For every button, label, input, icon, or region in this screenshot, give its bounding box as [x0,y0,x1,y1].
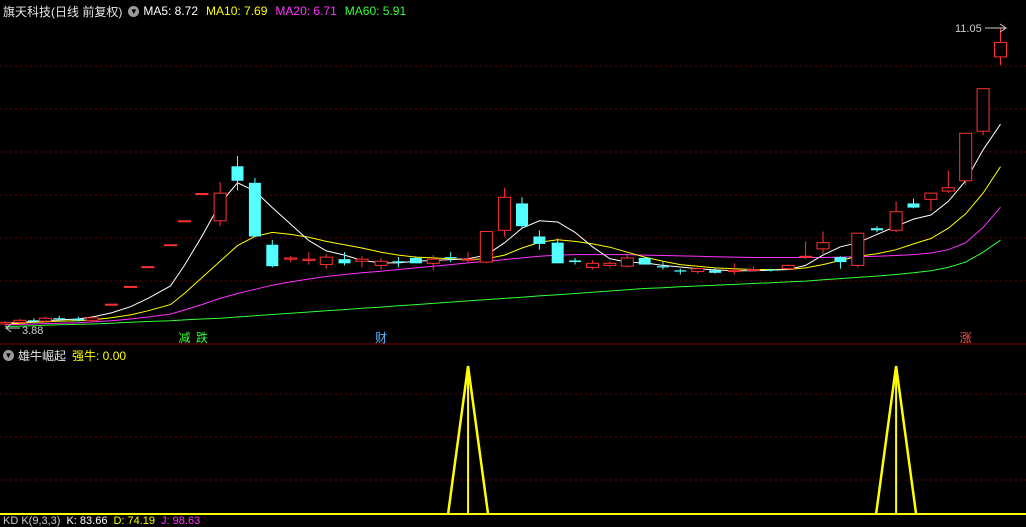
candle-body-up [976,88,990,132]
candle-body-up [994,41,1007,58]
price-high-label: 11.05 [955,23,982,35]
candle-body-up [104,303,118,306]
candle-body-up [924,192,938,200]
signal-marker: 跌 [196,330,208,345]
candle-body-down [516,203,528,227]
high-arrow-icon [985,23,1008,33]
candle-body-up [727,269,741,273]
candle-body-up [603,262,617,266]
candle-body-down [231,166,244,181]
candle-body-down [638,257,651,265]
candle-body-up [889,211,903,231]
ma60-line [5,239,1001,327]
candle-body-up [691,268,705,273]
candle-body-up [479,231,493,263]
signal-lines [0,365,1026,515]
candle-body-up [374,260,388,266]
candle-body-up [816,242,830,250]
candle-body-up [195,193,209,196]
candle-body-up [461,258,475,261]
candle-body-down [266,244,279,267]
candle-body-down [338,259,351,264]
stock-chart[interactable]: 减跌 财 涨 11.05 3.88 [0,0,1026,525]
candle-body-down [656,266,669,268]
candle-body-up [799,255,813,258]
candle-body-down [870,228,883,231]
candle-body-up [355,258,369,262]
candle-body-up [941,187,955,192]
signal-marker: 财 [375,331,387,345]
candle-body-down [248,182,261,237]
candle-body-up [319,256,333,266]
signal-marker: 减 [178,331,190,345]
candle-body-down [409,257,422,264]
candle-body-up [141,266,155,269]
candle-body-down [72,319,85,321]
candle-body-down [569,260,582,263]
candle-body-down [834,257,847,263]
markers: 减跌 财 涨 [178,330,971,345]
candle-body-up [426,258,440,264]
candle-body-up [0,321,12,325]
candle-body-down [907,203,920,208]
candle-body-down [674,270,687,272]
candle-body-up [620,257,634,267]
candle-body-up [13,319,27,323]
candle-body-up [498,196,512,231]
candle-body-up [124,285,137,288]
signal-marker: 涨 [960,330,972,345]
candle-body-down [551,242,564,264]
ma10-line [5,166,1001,325]
candle-body-down [764,269,777,271]
candle-body-up [164,244,178,247]
candle-body-down [533,236,546,244]
candle-body-down [444,257,457,259]
candle-body-up [38,317,52,322]
candle-body-down [53,318,66,320]
candle-body-down [392,261,405,263]
candle-body-up [302,258,316,261]
candle-body-up [213,192,227,222]
candle-body-up [585,262,599,268]
candle-body-up [284,257,298,260]
candle-body-up [85,317,99,321]
price-low-label: 3.88 [22,325,43,337]
candle-body-up [851,232,865,266]
candle-body-down [27,320,40,322]
candle-body-up [177,220,191,223]
candle-body-up [959,132,973,182]
candle-body-up [746,269,760,272]
grid-lines [0,65,1026,515]
candle-body-down [709,270,722,273]
candle-body-up [781,264,795,270]
